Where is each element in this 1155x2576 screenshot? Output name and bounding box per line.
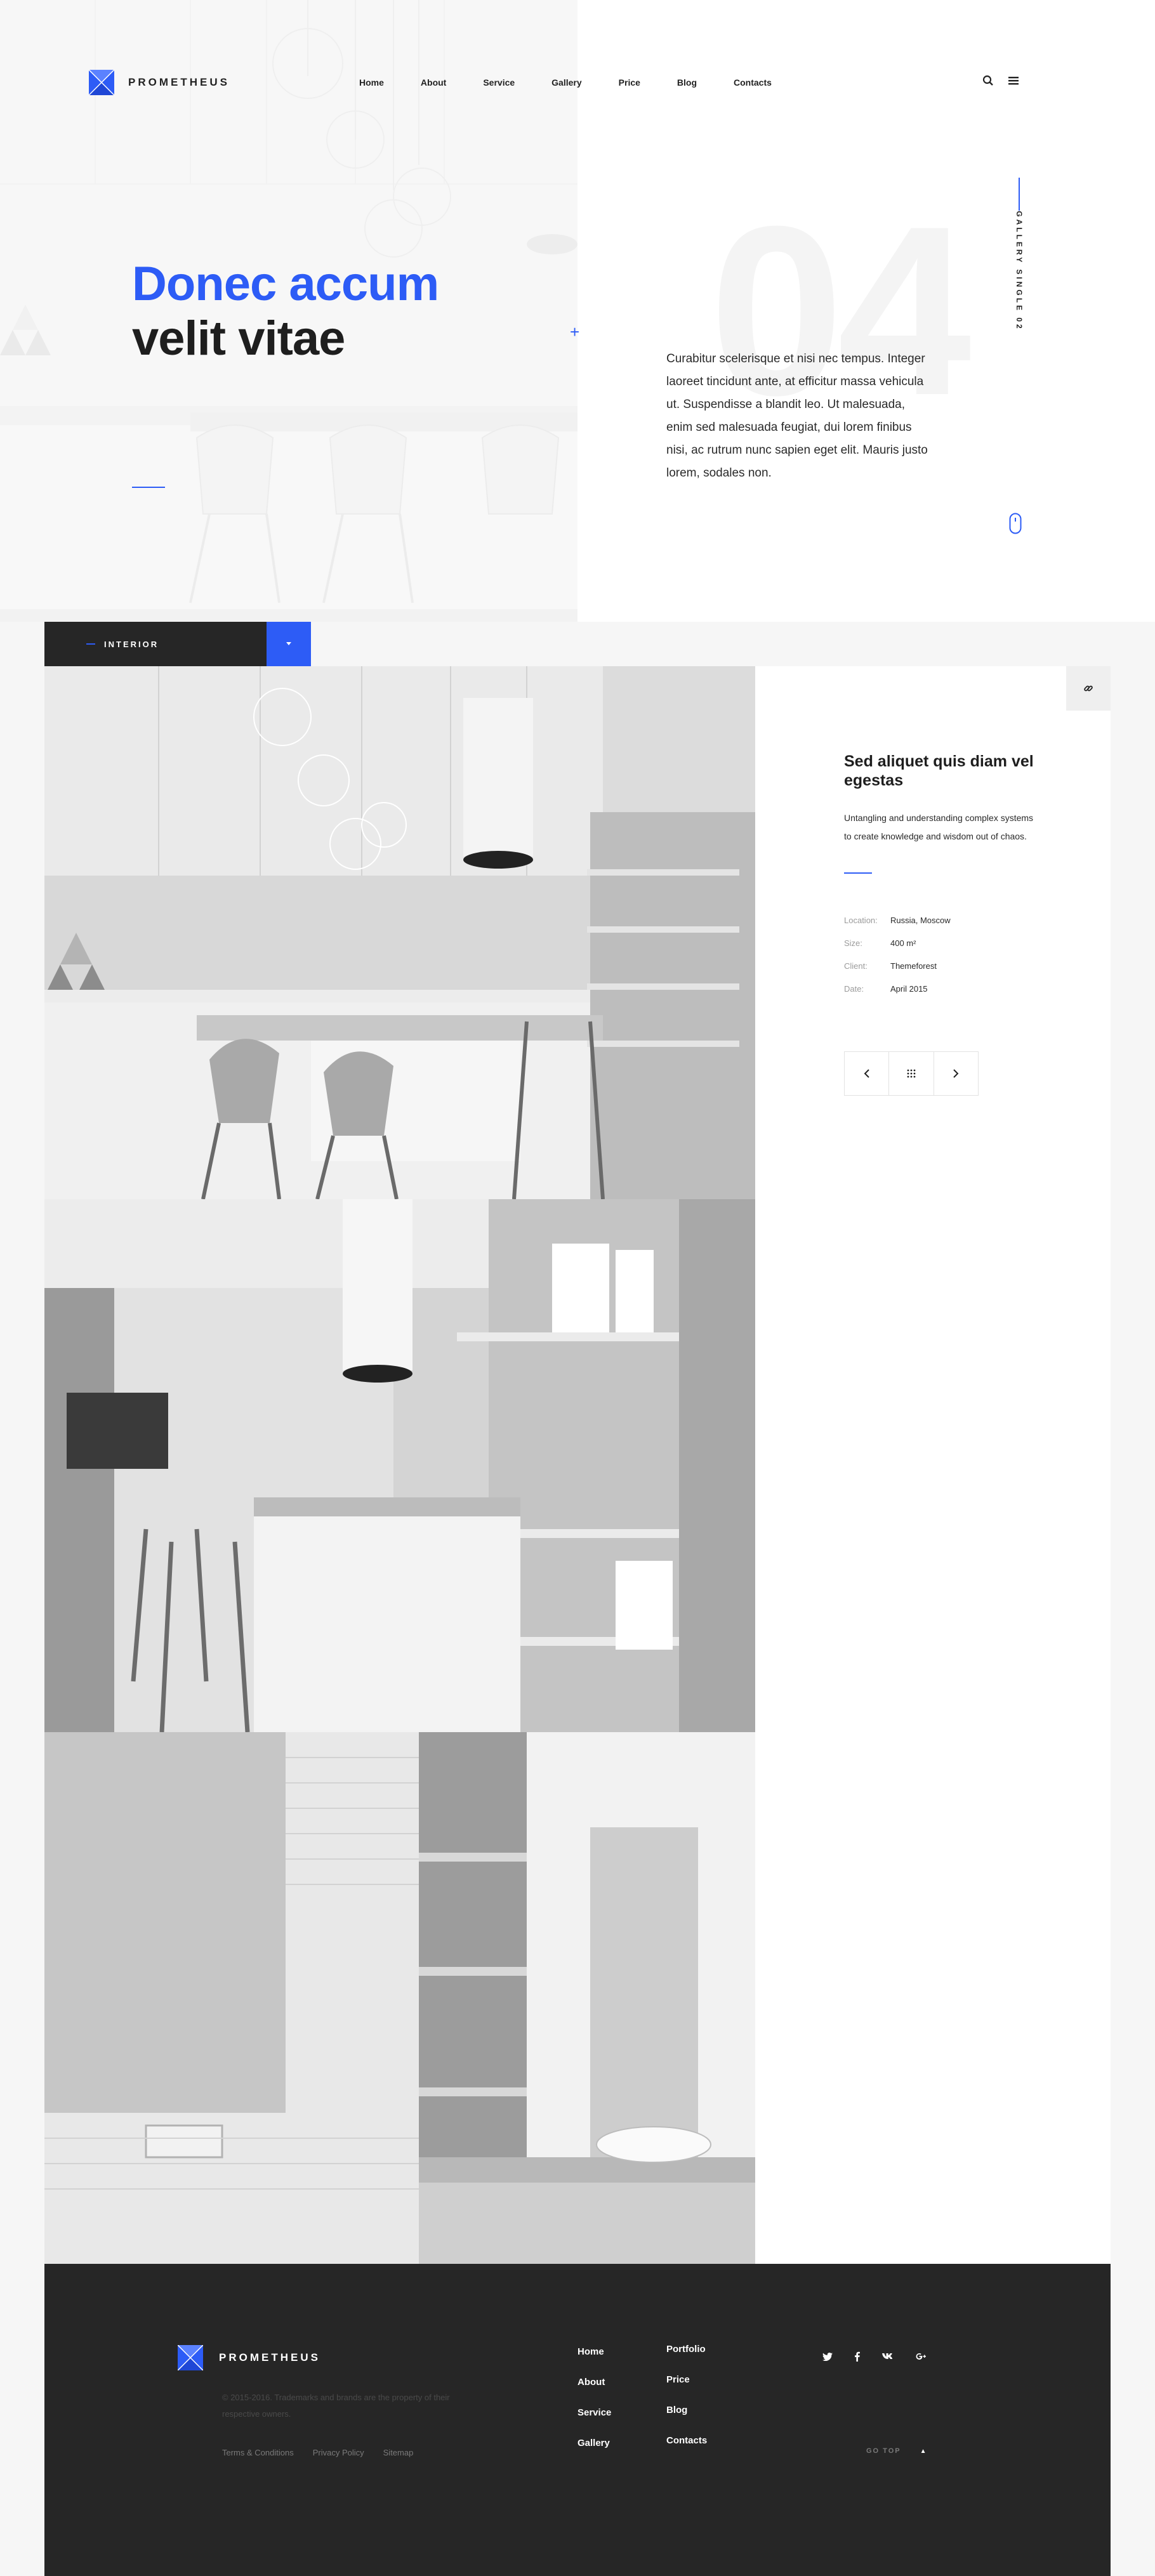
category-label-area: INTERIOR bbox=[44, 622, 267, 666]
nav-about[interactable]: About bbox=[421, 77, 446, 88]
scroll-mouse-icon[interactable] bbox=[1009, 513, 1022, 534]
header-icons bbox=[982, 75, 1019, 86]
chevron-right-icon bbox=[953, 1069, 959, 1078]
vk-icon[interactable] bbox=[881, 2353, 894, 2360]
nav-gallery[interactable]: Gallery bbox=[551, 77, 581, 88]
footer-social bbox=[822, 2351, 926, 2362]
footer-legal-links: Terms & Conditions Privacy Policy Sitema… bbox=[222, 2448, 413, 2457]
hamburger-menu-icon[interactable] bbox=[1008, 75, 1019, 86]
search-icon[interactable] bbox=[982, 75, 994, 86]
nav-price[interactable]: Price bbox=[619, 77, 640, 88]
project-title: Sed aliquet quis diam vel egestas bbox=[844, 752, 1034, 789]
gallery-photo-bathroom[interactable] bbox=[44, 1732, 755, 2264]
meta-key: Location: bbox=[844, 916, 878, 925]
footer-link-blog[interactable]: Blog bbox=[666, 2405, 707, 2416]
hero-title-line1: Donec accum bbox=[132, 257, 439, 311]
meta-value: Themeforest bbox=[890, 961, 937, 971]
meta-date: Date: April 2015 bbox=[844, 978, 1034, 1001]
meta-location: Location: Russia, Moscow bbox=[844, 909, 1034, 932]
hero-accent-line bbox=[132, 487, 165, 488]
meta-value: 400 m² bbox=[890, 938, 916, 948]
hero-section: PROMETHEUS Home About Service Gallery Pr… bbox=[0, 0, 1155, 622]
chevron-left-icon bbox=[864, 1069, 869, 1078]
hero-title: Donec accum velit vitae bbox=[132, 257, 439, 366]
footer-nav-col1: Home About Service Gallery bbox=[578, 2346, 611, 2449]
hero-description: Curabitur scelerisque et nisi nec tempus… bbox=[666, 352, 928, 480]
link-icon bbox=[1084, 685, 1093, 692]
twitter-icon[interactable] bbox=[822, 2352, 833, 2361]
footer-link-home[interactable]: Home bbox=[578, 2346, 611, 2358]
meta-value: Russia, Moscow bbox=[890, 916, 951, 925]
header-logo[interactable]: PROMETHEUS bbox=[89, 70, 230, 95]
project-description: Untangling and understanding complex sys… bbox=[844, 813, 1034, 841]
category-dash bbox=[86, 643, 95, 645]
meta-key: Client: bbox=[844, 961, 868, 971]
nav-home[interactable]: Home bbox=[359, 77, 384, 88]
project-accent-line bbox=[844, 872, 872, 874]
go-top-label: GO TOP bbox=[866, 2447, 901, 2455]
logo-mark-icon bbox=[178, 2345, 203, 2370]
project-info: Sed aliquet quis diam vel egestas Untang… bbox=[844, 752, 1034, 1096]
meta-key: Date: bbox=[844, 984, 864, 994]
hero-title-line2: velit vitae bbox=[132, 312, 345, 365]
nav-service[interactable]: Service bbox=[483, 77, 515, 88]
main-nav: Home About Service Gallery Price Blog Co… bbox=[359, 77, 772, 88]
plus-icon[interactable]: + bbox=[570, 322, 579, 342]
footer-link-portfolio[interactable]: Portfolio bbox=[666, 2344, 707, 2355]
facebook-icon[interactable] bbox=[854, 2351, 860, 2362]
gallery-photo-living[interactable] bbox=[44, 1199, 755, 1732]
category-label: INTERIOR bbox=[104, 639, 159, 649]
project-meta: Location: Russia, Moscow Size: 400 m² Cl… bbox=[844, 909, 1034, 1001]
google-plus-icon[interactable] bbox=[916, 2352, 926, 2361]
category-filter-bar[interactable]: INTERIOR bbox=[44, 622, 311, 666]
footer-nav-col2: Portfolio Price Blog Contacts bbox=[666, 2344, 707, 2447]
meta-value: April 2015 bbox=[890, 984, 928, 994]
meta-size: Size: 400 m² bbox=[844, 932, 1034, 955]
footer-copyright: © 2015-2016. Trademarks and brands are t… bbox=[222, 2393, 450, 2419]
logo-text: PROMETHEUS bbox=[128, 76, 230, 88]
footer-link-about[interactable]: About bbox=[578, 2377, 611, 2388]
logo-mark-icon bbox=[89, 70, 114, 95]
all-projects-button[interactable] bbox=[888, 1052, 933, 1095]
category-dropdown-button[interactable] bbox=[267, 622, 311, 666]
copy-link-button[interactable] bbox=[1066, 666, 1111, 711]
gallery-main: Sed aliquet quis diam vel egestas Untang… bbox=[44, 666, 1111, 2264]
nav-contacts[interactable]: Contacts bbox=[734, 77, 772, 88]
nav-blog[interactable]: Blog bbox=[677, 77, 697, 88]
terms-link[interactable]: Terms & Conditions bbox=[222, 2448, 294, 2457]
meta-client: Client: Themeforest bbox=[844, 955, 1034, 978]
footer-link-gallery[interactable]: Gallery bbox=[578, 2438, 611, 2449]
prev-project-button[interactable] bbox=[845, 1052, 888, 1095]
sitemap-link[interactable]: Sitemap bbox=[383, 2448, 414, 2457]
gallery-photo-kitchen[interactable] bbox=[44, 666, 755, 1199]
side-page-label: GALLERY SINGLE 02 bbox=[1015, 211, 1024, 331]
footer-link-service[interactable]: Service bbox=[578, 2407, 611, 2419]
site-footer: PROMETHEUS © 2015-2016. Trademarks and b… bbox=[44, 2264, 1111, 2576]
footer-link-price[interactable]: Price bbox=[666, 2374, 707, 2386]
next-project-button[interactable] bbox=[933, 1052, 978, 1095]
privacy-link[interactable]: Privacy Policy bbox=[313, 2448, 364, 2457]
grid-icon bbox=[907, 1069, 916, 1078]
caret-down-icon bbox=[286, 642, 291, 645]
footer-link-contacts[interactable]: Contacts bbox=[666, 2435, 707, 2447]
project-pager bbox=[844, 1051, 979, 1096]
footer-logo-text: PROMETHEUS bbox=[219, 2351, 320, 2363]
go-top-button[interactable]: GO TOP ▲ bbox=[866, 2447, 928, 2455]
footer-logo[interactable]: PROMETHEUS bbox=[178, 2345, 320, 2370]
arrow-up-icon: ▲ bbox=[920, 2447, 928, 2455]
meta-key: Size: bbox=[844, 938, 862, 948]
